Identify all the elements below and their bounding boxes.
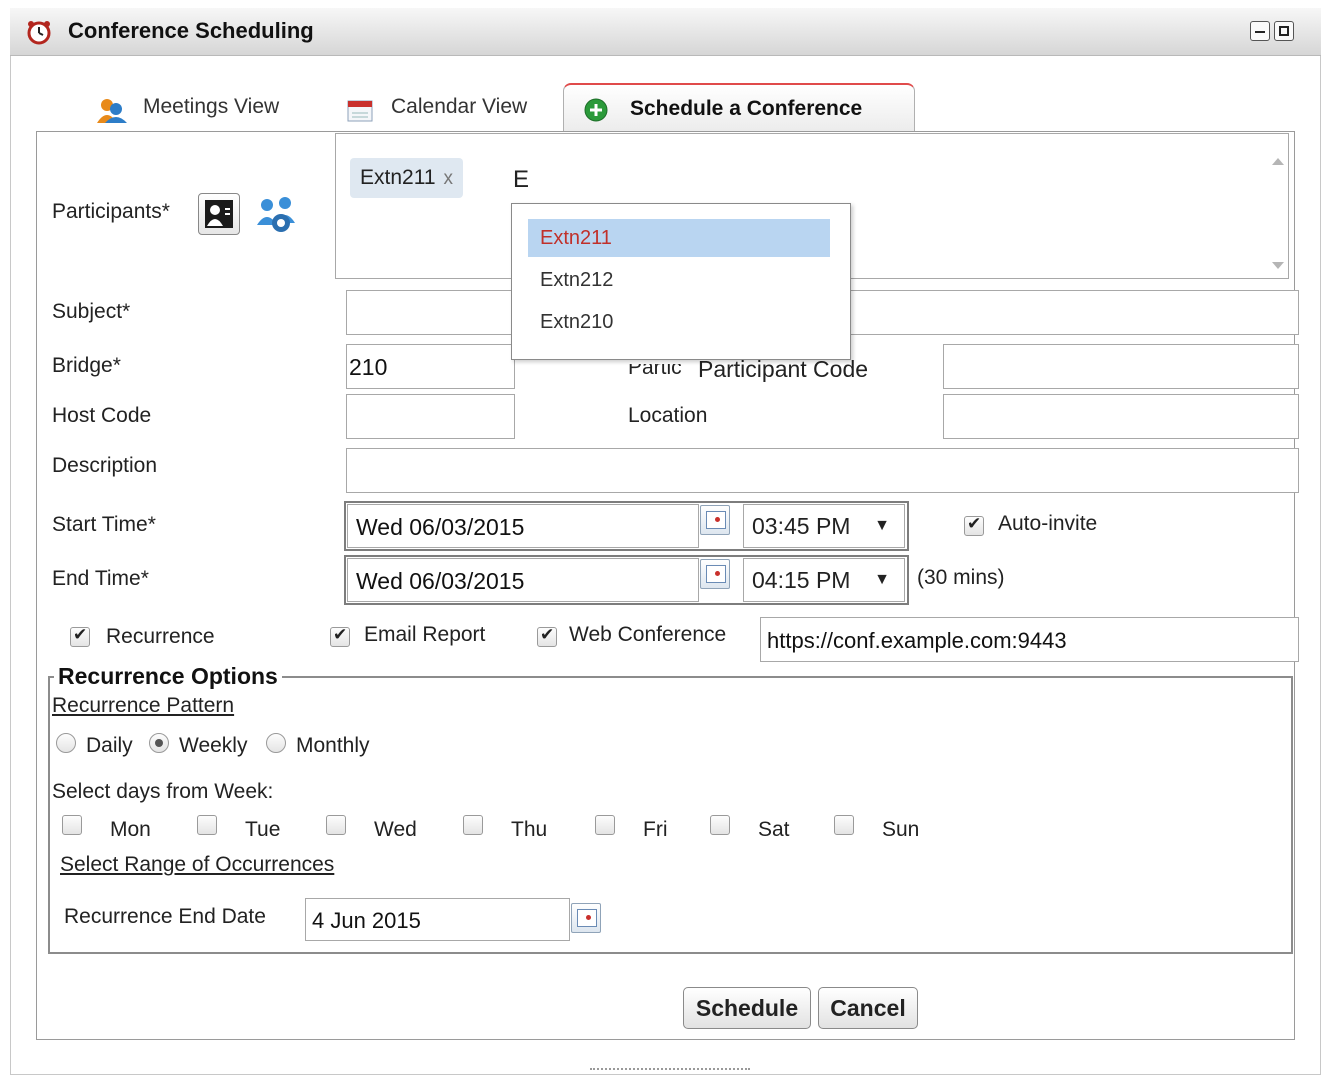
radio-daily[interactable] (56, 733, 76, 753)
day-label: Wed (374, 818, 417, 841)
day-label: Tue (245, 818, 281, 841)
day-label: Sat (758, 818, 790, 841)
day-checkbox-tue[interactable] (197, 815, 217, 835)
end-time-select[interactable]: 04:15 PM ▼ (743, 558, 905, 602)
day-checkbox-sat[interactable] (710, 815, 730, 835)
suggestion-item[interactable]: Extn212 (528, 261, 830, 299)
recurrence-end-date-calendar-button[interactable] (571, 903, 601, 933)
recurrence-end-date-input[interactable]: 4 Jun 2015 (305, 898, 570, 941)
tab-label: Schedule a Conference (630, 97, 863, 120)
day-label: Sun (882, 818, 920, 841)
location-input[interactable] (943, 394, 1299, 439)
radio-weekly[interactable] (149, 733, 169, 753)
users-icon (97, 99, 127, 123)
tab-schedule-a-conference[interactable]: Schedule a Conference (563, 83, 915, 131)
window-title: Conference Scheduling (68, 18, 314, 43)
participant-search-input[interactable]: E (503, 158, 703, 202)
start-time-select[interactable]: 03:45 PM ▼ (743, 504, 905, 548)
calendar-icon (347, 100, 373, 122)
end-date-calendar-button[interactable] (700, 559, 730, 589)
host-code-input[interactable] (346, 394, 515, 439)
participant-code-input[interactable] (943, 344, 1299, 389)
chevron-down-icon: ▼ (874, 571, 890, 588)
start-date-calendar-button[interactable] (700, 505, 730, 535)
tab-calendar-view[interactable]: Calendar View (340, 83, 555, 131)
participants-label: Participants* (52, 200, 170, 223)
day-checkbox-mon[interactable] (62, 815, 82, 835)
end-time-value: 04:15 PM (752, 567, 851, 593)
auto-invite-checkbox[interactable] (964, 514, 984, 536)
recurrence-pattern-heading: Recurrence Pattern (52, 694, 235, 717)
day-label: Mon (110, 818, 151, 841)
scroll-down-icon[interactable] (1272, 262, 1284, 269)
participant-tag-label: Extn211 (360, 166, 436, 189)
day-checkbox-thu[interactable] (463, 815, 483, 835)
day-checkbox-wed[interactable] (326, 815, 346, 835)
select-participant-button[interactable] (198, 193, 240, 235)
suggestion-item[interactable]: Extn210 (528, 303, 830, 341)
location-label: Location (628, 404, 708, 427)
tab-label: Calendar View (391, 95, 528, 118)
plus-circle-icon (584, 98, 608, 122)
radio-weekly-label: Weekly (179, 734, 248, 757)
scroll-up-icon[interactable] (1272, 158, 1284, 165)
recurrence-options-legend: Recurrence Options (54, 663, 282, 690)
resize-grip[interactable] (590, 1068, 750, 1072)
web-conference-checkbox[interactable] (537, 625, 557, 647)
select-range-heading: Select Range of Occurrences (60, 853, 335, 876)
suggestion-item[interactable]: Extn211 (528, 219, 830, 257)
minimize-button[interactable] (1250, 21, 1270, 41)
day-checkbox-sun[interactable] (834, 815, 854, 835)
tab-meetings-view[interactable]: Meetings View (90, 83, 310, 131)
day-label: Thu (511, 818, 548, 841)
email-report-label: Email Report (364, 623, 486, 646)
participant-code-label: Participant Code (698, 356, 869, 382)
day-checkbox-fri[interactable] (595, 815, 615, 835)
web-conference-label: Web Conference (569, 623, 727, 646)
title-bar: Conference Scheduling (10, 8, 1321, 56)
start-time-value: 03:45 PM (752, 513, 851, 539)
remove-participant-icon[interactable]: x (444, 168, 454, 189)
end-date-input[interactable]: Wed 06/03/2015 (347, 558, 699, 602)
chevron-down-icon: ▼ (874, 517, 890, 534)
day-label: Fri (643, 818, 668, 841)
recurrence-end-date-label: Recurrence End Date (64, 905, 266, 928)
maximize-button[interactable] (1274, 21, 1294, 41)
participant-suggestions: Extn211 Extn212 Extn210 (511, 203, 851, 360)
tab-label: Meetings View (143, 95, 280, 118)
description-label: Description (52, 454, 158, 477)
select-days-label: Select days from Week: (52, 780, 274, 803)
web-conference-url-input[interactable]: https://conf.example.com:9443 (760, 617, 1299, 662)
end-time-label: End Time* (52, 567, 149, 590)
radio-monthly[interactable] (266, 733, 286, 753)
host-code-label: Host Code (52, 404, 152, 427)
email-report-checkbox[interactable] (330, 625, 350, 647)
group-add-icon[interactable] (255, 195, 301, 235)
subject-label: Subject* (52, 300, 131, 323)
schedule-button[interactable]: Schedule (683, 987, 811, 1029)
duration-label: (30 mins) (917, 566, 1005, 589)
bridge-label: Bridge* (52, 354, 121, 377)
cancel-button[interactable]: Cancel (818, 987, 918, 1029)
recurrence-checkbox[interactable] (70, 625, 90, 647)
bridge-input[interactable]: 210 (346, 344, 515, 389)
participant-tag: Extn211 x (350, 158, 463, 198)
radio-daily-label: Daily (86, 734, 133, 757)
start-time-label: Start Time* (52, 513, 156, 536)
description-input[interactable] (346, 448, 1299, 493)
auto-invite-label: Auto-invite (998, 512, 1098, 535)
alarm-clock-icon (27, 21, 51, 45)
contact-card-icon (205, 200, 233, 228)
radio-monthly-label: Monthly (296, 734, 370, 757)
recurrence-label: Recurrence (106, 625, 215, 648)
start-date-input[interactable]: Wed 06/03/2015 (347, 504, 699, 548)
